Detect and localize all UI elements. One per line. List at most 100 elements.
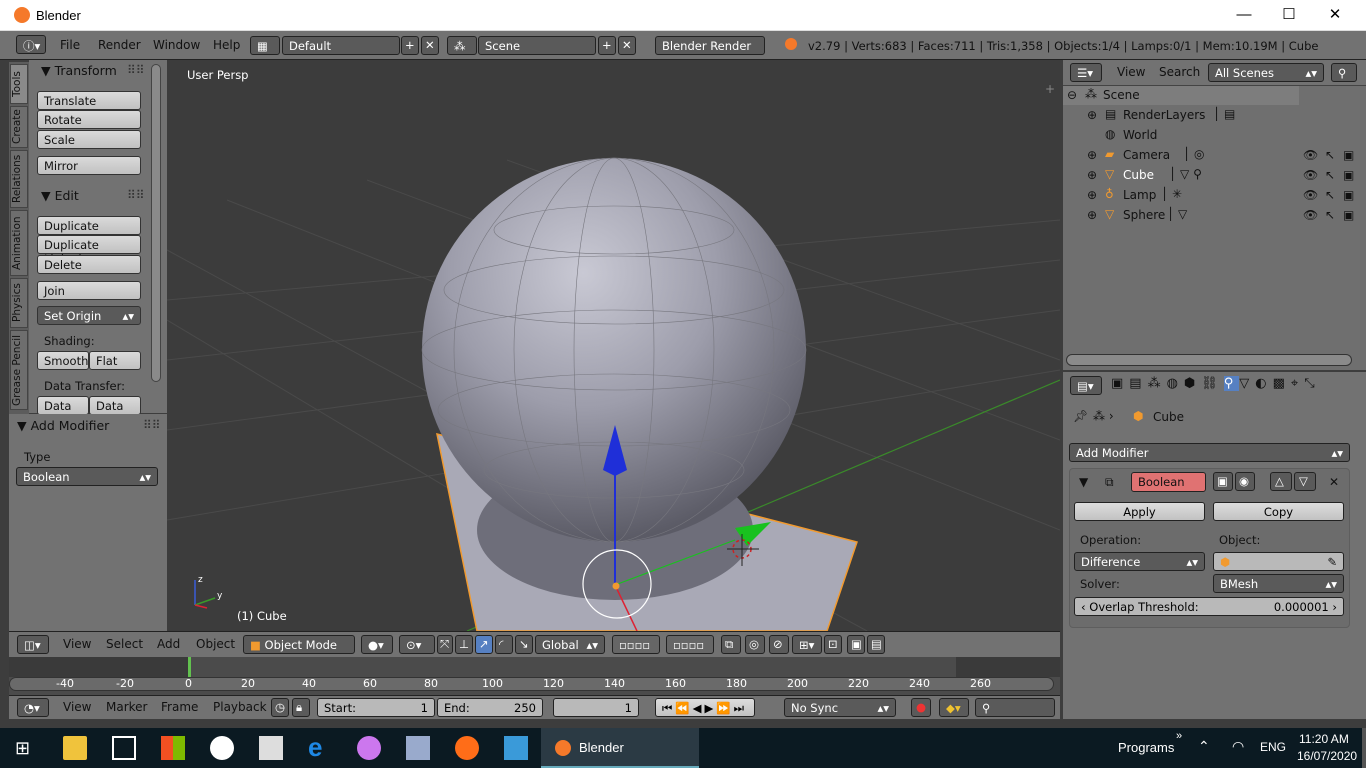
keying-set-icon[interactable]: ◆▾ <box>939 698 969 717</box>
editor-type-timeline-icon[interactable]: ◔▾ <box>17 698 49 717</box>
overlap-threshold-field[interactable]: ‹ Overlap Threshold: 0.000001 › <box>1074 597 1344 616</box>
layout-selector[interactable]: Default <box>282 36 400 55</box>
visibility-eye-icon[interactable]: 👁︎ <box>1303 148 1318 162</box>
editor-type-outliner-icon[interactable]: ☰▾ <box>1070 63 1102 82</box>
tab-grease-pencil[interactable]: Grease Pencil <box>10 330 28 410</box>
outliner-scene-row[interactable] <box>1063 86 1299 105</box>
modifier-render-toggle-icon[interactable]: ▣ <box>1213 472 1233 491</box>
properties-context-tabs[interactable]: ▣▤⁂◍⬢⛓⚲▽◐▩⌖⤡ <box>1111 376 1351 396</box>
current-frame-marker[interactable] <box>188 657 191 677</box>
control-panel-icon[interactable] <box>504 736 528 760</box>
taskbar-blender-button[interactable]: Blender <box>541 728 699 768</box>
scene-selector[interactable]: Scene <box>478 36 596 55</box>
selectable-cursor-icon[interactable]: ↖ <box>1325 168 1335 182</box>
menu-object[interactable]: Object <box>196 637 235 651</box>
show-hidden-icons-icon[interactable]: ⌃ <box>1198 738 1210 755</box>
transform-panel-header[interactable]: ▼ Transform <box>41 63 117 78</box>
outliner-scrollbar[interactable] <box>1066 354 1352 366</box>
add-layout-icon[interactable]: + <box>401 36 419 55</box>
playback-controls[interactable]: ⏮⏪◀▶⏩⏭ <box>655 698 755 717</box>
delete-button[interactable]: Delete <box>37 255 141 274</box>
flat-button[interactable]: Flat <box>89 351 141 370</box>
use-preview-range-icon[interactable]: ◷ <box>271 698 289 717</box>
pivot-point-icon[interactable]: ⊙▾ <box>399 635 435 654</box>
sync-mode-dropdown[interactable]: No Sync ▴▾ <box>784 698 896 717</box>
renderable-camera-icon[interactable]: ▣ <box>1343 168 1354 182</box>
visibility-eye-icon[interactable]: 👁︎ <box>1303 208 1318 222</box>
tab-create[interactable]: Create <box>10 106 28 148</box>
rotate-manipulator-icon[interactable]: ↗ <box>475 635 493 654</box>
start-frame-field[interactable]: Start: 1 <box>317 698 435 717</box>
smooth-button[interactable]: Smooth <box>37 351 89 370</box>
mail-icon[interactable] <box>112 736 136 760</box>
viewport-shading-icon[interactable]: ●▾ <box>361 635 393 654</box>
outliner-display-mode[interactable]: All Scenes ▴▾ <box>1208 63 1324 82</box>
menu-add[interactable]: Add <box>157 637 180 651</box>
menu-help[interactable]: Help <box>213 38 240 52</box>
clock-date[interactable]: 16/07/2020 <box>1297 749 1357 763</box>
keyframe-insert-icon[interactable]: ⚲ <box>975 698 1055 717</box>
expand-icon[interactable]: ⊕ <box>1087 208 1097 222</box>
photos-icon[interactable] <box>406 736 430 760</box>
timeline-scrollbar[interactable] <box>9 677 1054 691</box>
timeline-editor[interactable] <box>9 657 1060 695</box>
screen-layout-icon[interactable]: ▦ <box>250 36 280 55</box>
tab-animation[interactable]: Animation <box>10 210 28 276</box>
modifier-viewport-toggle-icon[interactable]: ◉ <box>1235 472 1255 491</box>
scene-layers-icon[interactable]: ▫▫▫▫ <box>612 635 660 654</box>
remove-scene-icon[interactable]: ✕ <box>618 36 636 55</box>
tool-shelf-scrollbar[interactable] <box>151 64 161 382</box>
expand-icon[interactable]: ⊕ <box>1087 168 1097 182</box>
end-frame-field[interactable]: End: 250 <box>437 698 543 717</box>
language-indicator[interactable]: ENG <box>1260 740 1286 754</box>
visibility-eye-icon[interactable]: 👁︎ <box>1303 168 1318 182</box>
translate-manipulator-icon[interactable]: ⊥ <box>455 635 473 654</box>
outliner-item-lamp[interactable]: Lamp <box>1123 188 1156 202</box>
renderable-camera-icon[interactable]: ▣ <box>1343 188 1354 202</box>
expand-icon[interactable]: ⊕ <box>1087 148 1097 162</box>
move-modifier-up-icon[interactable]: △ <box>1270 472 1292 491</box>
mode-selector[interactable]: ■ Object Mode <box>243 635 355 654</box>
add-scene-icon[interactable]: + <box>598 36 616 55</box>
layer-lock-icon[interactable]: ⧉ <box>721 635 741 654</box>
set-origin-dropdown[interactable]: Set Origin ▴▾ <box>37 306 141 325</box>
current-frame-field[interactable]: 1 <box>553 698 639 717</box>
maximize-button[interactable]: ☐ <box>1266 0 1312 31</box>
duplicate-linked-button[interactable]: Duplicate Linked <box>37 235 141 266</box>
add-modifier-panel-header[interactable]: ▼ Add Modifier <box>17 418 109 433</box>
visibility-eye-icon[interactable]: 👁︎ <box>1303 188 1318 202</box>
render-animation-icon[interactable]: ▤ <box>867 635 885 654</box>
solver-dropdown[interactable]: BMesh ▴▾ <box>1213 574 1344 593</box>
remove-layout-icon[interactable]: ✕ <box>421 36 439 55</box>
copy-button[interactable]: Copy <box>1213 502 1344 521</box>
collapse-icon[interactable]: ⊖ <box>1067 88 1077 102</box>
timeline-menu-playback[interactable]: Playback <box>213 700 267 714</box>
snap-toggle-icon[interactable]: ⊘ <box>769 635 789 654</box>
tab-relations[interactable]: Relations <box>10 150 28 208</box>
3d-viewport[interactable]: z y User Persp (1) Cube + <box>167 60 1060 631</box>
outliner-menu-view[interactable]: View <box>1117 65 1145 79</box>
viewport-plus-icon[interactable]: + <box>1045 82 1055 96</box>
object-field[interactable]: ⬢ ✎ <box>1213 552 1344 571</box>
menu-view[interactable]: View <box>63 637 91 651</box>
manipulator-extra-icon[interactable]: ↘ <box>515 635 533 654</box>
apply-button[interactable]: Apply <box>1074 502 1205 521</box>
lock-time-cursor-icon[interactable]: 🔒︎ <box>292 698 310 717</box>
editor-type-info-icon[interactable]: ⓘ▾ <box>16 35 46 54</box>
clock-time[interactable]: 11:20 AM <box>1299 732 1349 746</box>
modifier-name-field[interactable]: Boolean <box>1131 472 1206 492</box>
network-icon[interactable]: ◠ <box>1232 738 1244 755</box>
expand-icon[interactable]: ⊕ <box>1087 108 1097 122</box>
outliner-item-renderlayers[interactable]: RenderLayers <box>1123 108 1205 122</box>
show-desktop-button[interactable] <box>1362 728 1366 768</box>
outliner-menu-search[interactable]: Search <box>1159 65 1200 79</box>
firefox-icon[interactable] <box>455 736 479 760</box>
menu-select[interactable]: Select <box>106 637 143 651</box>
outliner-item-sphere[interactable]: Sphere <box>1123 208 1165 222</box>
outliner-item-world[interactable]: World <box>1123 128 1157 142</box>
menu-file[interactable]: File <box>60 38 80 52</box>
proportional-edit-icon[interactable]: ◎ <box>745 635 765 654</box>
move-modifier-down-icon[interactable]: ▽ <box>1294 472 1316 491</box>
menu-render[interactable]: Render <box>98 38 141 52</box>
transform-orientation-dropdown[interactable]: Global ▴▾ <box>535 635 605 654</box>
